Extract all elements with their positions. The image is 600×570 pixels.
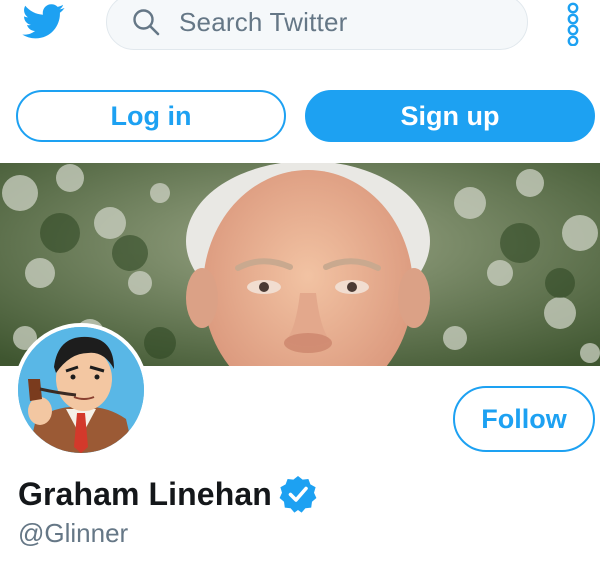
verified-badge-icon [279,476,317,513]
search-icon [133,9,160,36]
twitter-bird-icon[interactable] [20,0,68,42]
search-box[interactable]: Search Twitter [106,0,528,50]
profile-handle: @Glinner [18,518,129,548]
login-button[interactable]: Log in [16,90,286,142]
search-placeholder: Search Twitter [179,7,348,37]
top-bar: Search Twitter [0,0,600,56]
profile-name: Graham Linehan [18,475,272,512]
avatar[interactable] [14,323,148,457]
vertical-dots-icon[interactable] [565,2,581,46]
avatar-illustration [18,327,144,453]
profile-name-row: Graham Linehan [18,474,318,514]
signup-button[interactable]: Sign up [305,90,595,142]
follow-button[interactable]: Follow [453,386,595,452]
